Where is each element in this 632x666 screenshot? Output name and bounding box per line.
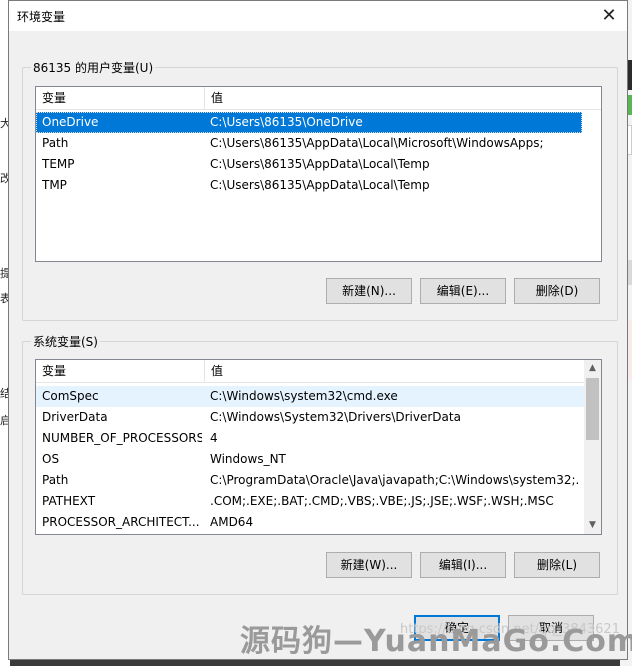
list-item[interactable]: NUMBER_OF_PROCESSORS 4 (36, 428, 584, 449)
list-item[interactable]: PATHEXT .COM;.EXE;.BAT;.CMD;.VBS;.VBE;.J… (36, 491, 584, 512)
system-variables-label: 系统变量(S) (31, 333, 100, 350)
environment-variables-dialog: 环境变量 ✕ 86135 的用户变量(U) 变量 值 OneDrive C:\U… (8, 0, 628, 660)
column-header-value[interactable]: 值 (205, 87, 585, 109)
list-header: 变量 值 (36, 360, 601, 383)
list-item[interactable]: DriverData C:\Windows\System32\Drivers\D… (36, 407, 584, 428)
system-variables-group: 系统变量(S) 变量 值 ComSpec C:\Windows\system32… (22, 333, 618, 595)
list-item[interactable]: OneDrive C:\Users\86135\OneDrive (36, 112, 582, 133)
user-variables-list[interactable]: 变量 值 OneDrive C:\Users\86135\OneDrive Pa… (35, 86, 602, 262)
list-item[interactable]: Path C:\ProgramData\Oracle\Java\javapath… (36, 470, 584, 491)
user-delete-button[interactable]: 删除(D) (514, 278, 600, 304)
user-variables-label: 86135 的用户变量(U) (31, 59, 156, 76)
list-item[interactable]: PROCESSOR_ARCHITECT... AMD64 (36, 512, 584, 533)
vertical-scrollbar[interactable]: ▲ ▼ (584, 360, 601, 534)
scroll-up-icon[interactable]: ▲ (584, 360, 601, 377)
dialog-title: 环境变量 (17, 10, 66, 24)
user-edit-button[interactable]: 编辑(E)... (420, 278, 506, 304)
system-delete-button[interactable]: 删除(L) (514, 552, 600, 578)
system-new-button[interactable]: 新建(W)... (326, 552, 412, 578)
list-header: 变量 值 (36, 87, 601, 110)
list-item[interactable]: TMP C:\Users\86135\AppData\Local\Temp (36, 175, 582, 196)
scroll-down-icon[interactable]: ▼ (584, 517, 601, 534)
column-header-variable[interactable]: 变量 (36, 360, 204, 382)
list-item[interactable]: OS Windows_NT (36, 449, 584, 470)
title-bar: 环境变量 ✕ (9, 1, 627, 31)
user-new-button[interactable]: 新建(N)... (326, 278, 412, 304)
column-header-variable[interactable]: 变量 (36, 87, 204, 109)
ok-button[interactable]: 确定 (414, 615, 500, 641)
list-item[interactable]: ComSpec C:\Windows\system32\cmd.exe (36, 386, 584, 407)
system-edit-button[interactable]: 编辑(I)... (420, 552, 506, 578)
user-variables-group: 86135 的用户变量(U) 变量 值 OneDrive C:\Users\86… (22, 59, 618, 321)
system-variables-list[interactable]: 变量 值 ComSpec C:\Windows\system32\cmd.exe… (35, 359, 602, 535)
column-header-value[interactable]: 值 (205, 360, 585, 382)
list-item[interactable]: Path C:\Users\86135\AppData\Local\Micros… (36, 133, 582, 154)
scrollbar-thumb[interactable] (586, 378, 599, 440)
list-item[interactable]: TEMP C:\Users\86135\AppData\Local\Temp (36, 154, 582, 175)
close-icon[interactable]: ✕ (597, 4, 621, 28)
cancel-button[interactable]: 取消 (508, 615, 594, 641)
